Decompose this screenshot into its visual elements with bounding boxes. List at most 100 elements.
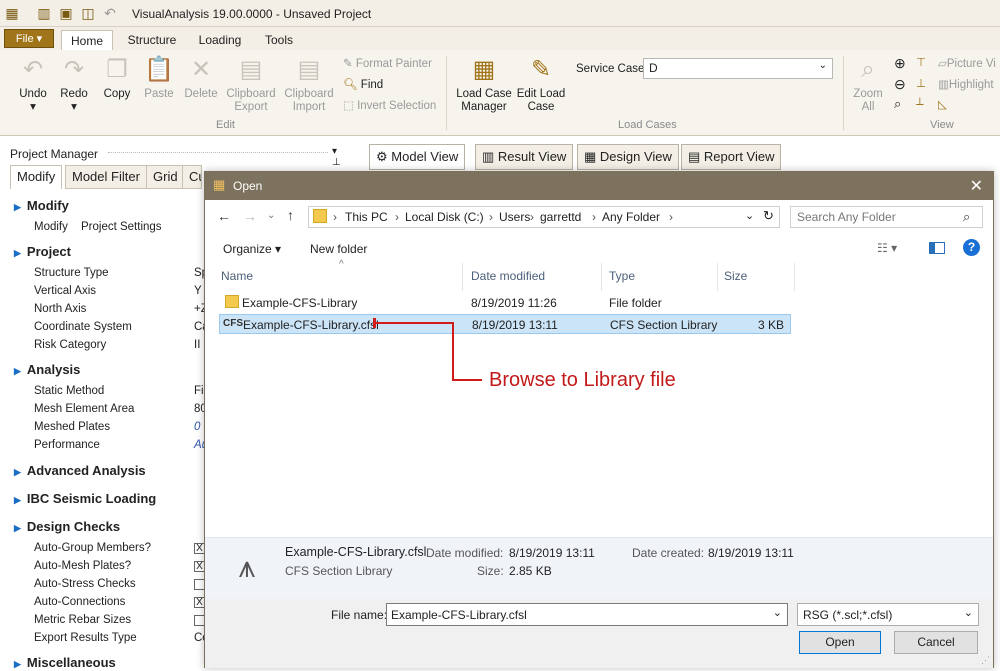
file-row[interactable]: Example-CFS-Library 8/19/2019 11:26 File…: [219, 293, 791, 313]
quick-access-preview-icon[interactable]: ◫: [80, 5, 96, 21]
section-modify[interactable]: ▶ Modify: [14, 198, 69, 213]
search-input[interactable]: Search Any Folder: [790, 206, 983, 228]
breadcrumb-any-folder[interactable]: Any Folder: [602, 210, 660, 224]
recent-locations-icon[interactable]: ⌄: [267, 210, 275, 221]
property-value[interactable]: Fi: [194, 385, 204, 397]
file-name-input[interactable]: Example-CFS-Library.cfsl ⌄: [386, 603, 788, 626]
file-size: 3 KB: [757, 318, 784, 332]
load-case-manager-button[interactable]: ▦ Load Case Manager: [456, 56, 512, 114]
panel-pin-icon[interactable]: ▾ ⊥: [332, 146, 341, 168]
tab-grid[interactable]: Grid: [146, 165, 185, 189]
breadcrumb-local-disk[interactable]: Local Disk (C:): [405, 210, 484, 224]
up-icon[interactable]: ↑: [287, 207, 294, 223]
format-painter-button[interactable]: ✎ Format Painter: [343, 56, 432, 70]
clipboard-import-button[interactable]: ▤ Clipboard Import: [282, 56, 336, 114]
section-advanced-analysis[interactable]: ▶ Advanced Analysis: [14, 463, 146, 478]
expand-icon: ▶: [14, 467, 21, 477]
property-value[interactable]: Y: [194, 285, 202, 297]
quick-access-save-icon[interactable]: ▣: [58, 5, 74, 21]
quick-access-new-icon[interactable]: ▥: [36, 5, 52, 21]
back-icon[interactable]: ←: [217, 208, 231, 224]
copy-button[interactable]: ❐ Copy: [98, 56, 136, 101]
chevron-down-icon[interactable]: ⌄: [745, 209, 754, 222]
view-front-icon[interactable]: ⊥: [916, 76, 926, 90]
file-row[interactable]: CFS Example-CFS-Library.cfsl 8/19/2019 1…: [219, 314, 791, 334]
column-name[interactable]: Name: [221, 269, 253, 283]
tab-report-view[interactable]: ▤ Report View: [681, 144, 782, 170]
project-settings-link[interactable]: Project Settings: [81, 221, 162, 233]
undo-button[interactable]: ↶ Undo ▾: [14, 56, 52, 114]
preview-pane-icon[interactable]: [929, 242, 945, 254]
expand-icon: ▶: [14, 248, 21, 258]
property-value[interactable]: 0: [194, 421, 200, 433]
tab-file[interactable]: File ▾: [4, 29, 54, 48]
file-type-filter-select[interactable]: RSG (*.scl;*.cfsl) ⌄: [797, 603, 979, 626]
close-icon[interactable]: ✕: [970, 176, 983, 196]
tab-loading[interactable]: Loading: [192, 30, 248, 50]
file-name-label: File name:: [331, 608, 388, 622]
undo-icon: ↶: [22, 56, 44, 83]
view-options-icon[interactable]: ☷ ▾: [877, 241, 897, 255]
tab-model-view[interactable]: ⚙ Model View: [369, 144, 466, 170]
edit-load-case-button[interactable]: ✎ Edit Load Case: [514, 56, 568, 114]
folder-icon: [225, 295, 239, 308]
find-icon: 🔍︎: [343, 79, 361, 91]
section-ibc-seismic[interactable]: ▶ IBC Seismic Loading: [14, 491, 156, 506]
section-design-checks[interactable]: ▶ Design Checks: [14, 519, 120, 534]
address-bar[interactable]: › This PC › Local Disk (C:) › Users › ga…: [308, 206, 780, 228]
zoom-window-icon[interactable]: ⌕: [894, 96, 901, 112]
breadcrumb-garrettd[interactable]: garrettd: [540, 210, 581, 224]
delete-button[interactable]: ✕ Delete: [182, 56, 220, 101]
forward-icon[interactable]: →: [243, 208, 257, 224]
zoom-all-button[interactable]: ⌕ Zoom All: [848, 56, 888, 114]
picture-view-button[interactable]: ▱Picture Vi: [938, 56, 996, 70]
redo-button[interactable]: ↷ Redo ▾: [56, 56, 92, 114]
tab-structure[interactable]: Structure: [122, 30, 182, 50]
tab-custom[interactable]: Cu: [182, 165, 202, 189]
column-divider: [717, 263, 718, 291]
highlight-button[interactable]: ▥Highlight: [938, 77, 994, 91]
view-top-icon[interactable]: ⊤: [916, 55, 926, 69]
open-button[interactable]: Open: [799, 631, 881, 654]
invert-selection-button[interactable]: ⬚ Invert Selection: [343, 98, 436, 112]
ribbon: ↶ Undo ▾ ↷ Redo ▾ ❐ Copy 📋 Paste ✕ Delete ▤ Clip…: [0, 50, 1000, 136]
tab-design-view[interactable]: ▦ Design View: [577, 144, 679, 170]
section-project[interactable]: ▶ Project: [14, 244, 71, 259]
cancel-button[interactable]: Cancel: [894, 631, 978, 654]
column-date-modified[interactable]: Date modified: [471, 269, 545, 283]
help-icon[interactable]: ?: [963, 239, 980, 256]
load-cases-group-label: Load Cases: [618, 119, 677, 131]
column-size[interactable]: Size: [724, 269, 747, 283]
chevron-down-icon[interactable]: ⌄: [773, 606, 782, 619]
project-manager-title: Project Manager: [10, 147, 99, 161]
breadcrumb-users[interactable]: Users: [499, 210, 530, 224]
organize-button[interactable]: Organize ▾: [223, 242, 281, 256]
service-case-select[interactable]: D ⌄: [643, 58, 833, 79]
property-value[interactable]: II: [194, 339, 200, 351]
delete-icon: ✕: [190, 56, 212, 83]
clipboard-import-icon: ▤: [297, 56, 321, 83]
zoom-out-icon[interactable]: ⊖: [894, 76, 906, 93]
expand-icon: ▶: [14, 495, 21, 505]
section-analysis[interactable]: ▶ Analysis: [14, 362, 80, 377]
view-iso-icon[interactable]: ⟂: [916, 96, 924, 109]
section-miscellaneous[interactable]: ▶ Miscellaneous: [14, 655, 116, 670]
tab-modify[interactable]: Modify: [10, 165, 63, 189]
new-folder-button[interactable]: New folder: [310, 242, 367, 256]
resize-grip-icon[interactable]: ⋰: [981, 655, 990, 666]
tab-home[interactable]: Home: [61, 30, 113, 50]
sort-indicator-icon: ^: [339, 259, 344, 270]
clipboard-export-button[interactable]: ▤ Clipboard Export: [224, 56, 278, 114]
zoom-in-icon[interactable]: ⊕: [894, 55, 906, 72]
quick-access-undo-icon[interactable]: ↶: [102, 5, 118, 21]
refresh-icon[interactable]: ↻: [763, 208, 774, 224]
file-name: Example-CFS-Library: [242, 296, 358, 310]
view-angle-icon[interactable]: ◺: [938, 97, 947, 111]
column-type[interactable]: Type: [609, 269, 635, 283]
find-button[interactable]: 🔍︎ Find: [343, 77, 383, 91]
tab-result-view[interactable]: ▥ Result View: [475, 144, 574, 170]
breadcrumb-this-pc[interactable]: This PC: [345, 210, 388, 224]
tab-model-filter[interactable]: Model Filter: [65, 165, 147, 189]
tab-tools[interactable]: Tools: [258, 30, 300, 50]
paste-button[interactable]: 📋 Paste: [140, 56, 178, 101]
